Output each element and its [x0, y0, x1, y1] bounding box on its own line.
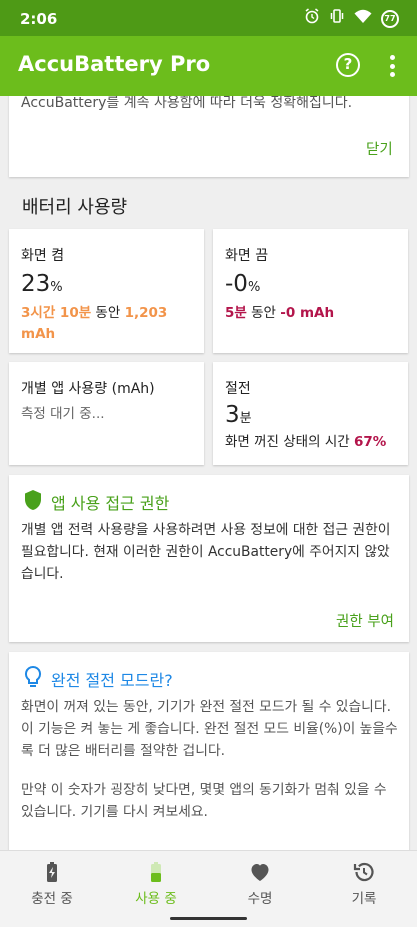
nav-history[interactable]: 기록	[312, 851, 416, 913]
history-icon	[352, 860, 376, 884]
app-usage-label: 개별 앱 사용량 (mAh)	[21, 381, 155, 397]
intro-text: AccuBattery를 계속 사용함에 따라 더욱 정확해집니다.	[21, 96, 353, 111]
permission-header: 앱 사용 접근 권한	[23, 489, 169, 515]
status-icons: 77	[304, 8, 399, 29]
screen-off-value: -0%	[225, 271, 261, 297]
shield-icon	[23, 489, 43, 515]
wifi-icon	[354, 8, 372, 29]
nav-discharging[interactable]: 사용 중	[104, 851, 208, 913]
deep-sleep-label: 절전	[225, 381, 251, 397]
deep-sleep-info-title: 완전 절전 모드란?	[51, 671, 173, 690]
status-bar: 2:06 77	[0, 0, 417, 36]
battery-usage-title: 배터리 사용량	[22, 197, 128, 218]
gesture-bar[interactable]	[0, 912, 417, 927]
screen-on-value: 23%	[21, 271, 63, 297]
app-usage-status: 측정 대기 중...	[21, 406, 105, 422]
nav-history-label: 기록	[351, 891, 377, 907]
permission-body: 개별 앱 전력 사용량을 사용하려면 사용 정보에 대한 접근 권한이 필요합니…	[21, 522, 391, 582]
screen-on-detail: 3시간 10분 동안 1,203 mAh	[21, 305, 168, 342]
bottom-nav: 충전 중 사용 중 수명 기록	[0, 850, 417, 912]
nav-discharging-label: 사용 중	[135, 891, 177, 907]
permission-title: 앱 사용 접근 권한	[51, 494, 170, 513]
charging-battery-icon	[40, 860, 64, 884]
main-content[interactable]: AccuBattery를 계속 사용함에 따라 더욱 정확해집니다. 닫기 배터…	[0, 96, 417, 850]
screen-on-card: 화면 켬 23% 3시간 10분 동안 1,203 mAh	[9, 229, 204, 353]
nav-charging-label: 충전 중	[31, 891, 73, 907]
close-button[interactable]: 닫기	[366, 138, 393, 159]
heart-icon	[248, 860, 272, 884]
alarm-icon	[304, 8, 320, 29]
grant-permission-button[interactable]: 권한 부여	[336, 610, 394, 631]
vibrate-icon	[329, 8, 345, 29]
app-usage-card[interactable]: 개별 앱 사용량 (mAh) 측정 대기 중...	[9, 362, 204, 465]
nav-health[interactable]: 수명	[208, 851, 312, 913]
deep-sleep-info-header: 완전 절전 모드란?	[23, 665, 173, 693]
deep-sleep-info-para1: 화면이 꺼져 있는 동안, 기기가 완전 절전 모드가 될 수 있습니다. 이 …	[21, 699, 398, 759]
nav-health-label: 수명	[247, 891, 273, 907]
app-title: AccuBattery Pro	[18, 52, 211, 76]
screen-off-card: 화면 끔 -0% 5분 동안 -0 mAh	[213, 229, 408, 353]
deep-sleep-detail: 화면 꺼진 상태의 시간 67%	[225, 434, 387, 450]
discharging-battery-icon	[144, 860, 168, 884]
deep-sleep-info-card: 완전 절전 모드란? 화면이 꺼져 있는 동안, 기기가 완전 절전 모드가 될…	[9, 652, 409, 850]
status-time: 2:06	[20, 10, 58, 28]
intro-card: AccuBattery를 계속 사용함에 따라 더욱 정확해집니다. 닫기	[9, 96, 409, 177]
deep-sleep-info-para2: 만약 이 숫자가 굉장히 낮다면, 몇몇 앱의 동기화가 멈춰 있을 수 있습니…	[21, 782, 387, 820]
app-bar: AccuBattery Pro ?	[0, 36, 417, 96]
help-icon[interactable]: ?	[336, 53, 360, 77]
deep-sleep-value: 3분	[225, 402, 252, 428]
more-vert-icon[interactable]	[382, 53, 402, 79]
nav-charging[interactable]: 충전 중	[0, 851, 104, 913]
screen-off-detail: 5분 동안 -0 mAh	[225, 305, 335, 321]
screen-off-label: 화면 끔	[225, 248, 269, 264]
permission-card: 앱 사용 접근 권한 개별 앱 전력 사용량을 사용하려면 사용 정보에 대한 …	[9, 475, 409, 642]
lightbulb-icon	[23, 665, 43, 693]
screen-on-label: 화면 켬	[21, 248, 65, 264]
battery-icon: 77	[381, 9, 399, 28]
deep-sleep-card: 절전 3분 화면 꺼진 상태의 시간 67%	[213, 362, 408, 465]
